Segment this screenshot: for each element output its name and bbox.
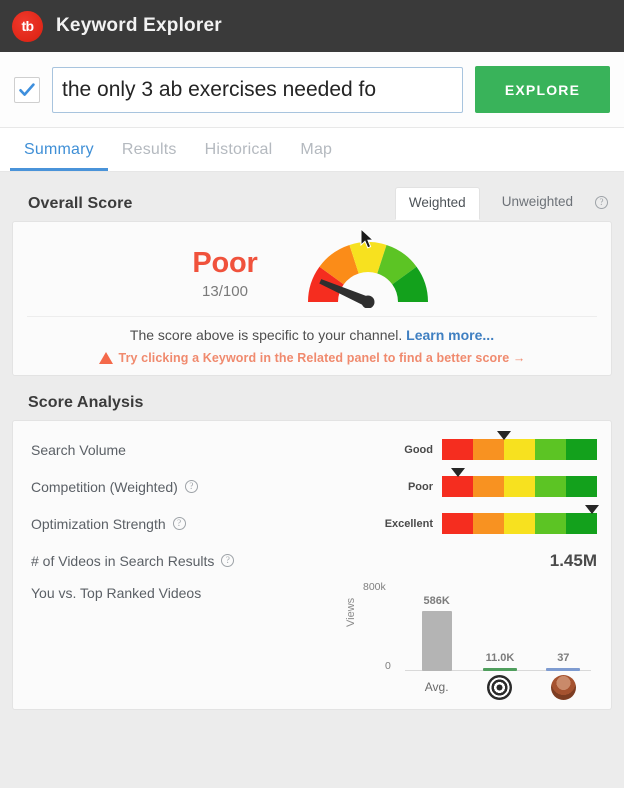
meter-marker-competition [450,468,465,477]
overall-score-title: Overall Score [28,195,133,212]
keyword-input[interactable] [52,66,463,113]
bar-value-avg: 586K [423,595,450,607]
analysis-row-video-count: # of Videos in Search Results ? 1.45M [31,542,597,579]
row-label-optimization: Optimization Strength [31,515,166,532]
rating-competition: Poor [407,480,433,493]
video-count-value: 1.45M [549,550,597,570]
app-header: tb Keyword Explorer [0,0,624,52]
score-value: 13/100 [202,282,248,300]
analysis-row-optimization: Optimization Strength ? Excellent [31,505,600,542]
avatar-icon[interactable] [550,674,576,700]
tab-summary[interactable]: Summary [10,141,108,171]
gauge-row: Poor 13/100 [27,228,597,312]
analysis-row-competition: Competition (Weighted) ? Poor [31,468,597,505]
score-note-text: The score above is specific to your chan… [129,327,403,343]
checkmark-icon [19,82,35,96]
chart-bars: 586K 11.0K 37 [405,589,595,671]
tab-results[interactable]: Results [108,141,191,171]
logo-label: tb [21,18,34,34]
x-label-target [468,674,531,700]
meter-competition [442,468,597,497]
score-rating-word: Poor [192,246,258,279]
bar-target[interactable] [482,668,517,671]
views-bar-chart: Views 800k 0 586K 11.0K 37 Avg. [339,581,597,700]
score-warning[interactable]: Try clicking a Keyword in the Related pa… [27,351,597,365]
overall-score-header: Overall Score Weighted Unweighted ? [12,186,612,221]
x-label-avg: Avg. [405,675,468,699]
score-note: The score above is specific to your chan… [27,316,597,343]
score-summary: Poor 13/100 [192,247,257,300]
rating-search-volume: Good [404,443,433,456]
tubebuddy-logo-icon: tb [12,10,43,42]
rating-optimization: Excellent [384,517,433,530]
main-tabs: Summary Results Historical Map [0,128,624,172]
bar-you[interactable] [546,668,581,671]
analysis-row-search-volume: Search Volume Good [31,431,597,468]
bar-group-you: 37 [532,589,595,671]
meter-marker-optimization [585,505,600,514]
score-analysis-title: Score Analysis [28,394,144,411]
bar-group-target: 11.0K [468,589,531,671]
meter-search-volume [442,431,597,460]
row-label-search-volume: Search Volume [31,441,126,458]
row-label-you-vs-top: You vs. Top Ranked Videos [31,585,202,601]
bar-group-avg: 586K [405,589,468,671]
video-count-help-icon[interactable]: ? [221,554,235,567]
learn-more-link[interactable]: Learn more... [406,327,494,343]
mouse-cursor-icon [360,228,374,249]
explore-button[interactable]: EXPLORE [475,66,610,113]
warning-triangle-icon [98,352,113,364]
row-label-video-count: # of Videos in Search Results [31,552,215,569]
analysis-row-you-vs-top: You vs. Top Ranked Videos Views 800k 0 5… [31,579,597,700]
meter-marker-search-volume [497,431,511,440]
chart-x-labels: Avg. [405,674,595,700]
search-bar: EXPLORE [0,52,624,128]
page-title: Keyword Explorer [56,15,222,36]
weighting-help-icon[interactable]: ? [595,196,608,209]
meter-optimization [442,505,600,534]
bar-avg[interactable] [421,611,452,671]
x-label-you [532,674,595,700]
score-gauge [304,228,432,309]
bar-value-you: 37 [557,652,570,664]
tab-unweighted[interactable]: Unweighted [489,187,586,218]
tab-map[interactable]: Map [286,141,346,171]
row-label-competition: Competition (Weighted) [31,478,178,495]
keyword-checkbox[interactable] [14,76,40,103]
optimization-help-icon[interactable]: ? [172,517,186,530]
summary-panel: Overall Score Weighted Unweighted ? Poor… [0,172,624,788]
tab-weighted[interactable]: Weighted [394,187,480,220]
chart-y-axis-label: Views [345,597,357,627]
target-icon[interactable] [487,674,513,700]
weighting-tabs: Weighted Unweighted ? [394,186,608,220]
tab-historical[interactable]: Historical [191,141,287,171]
overall-score-card: Poor 13/100 The score above is specific … [12,221,612,376]
competition-help-icon[interactable]: ? [184,480,198,493]
bar-value-target: 11.0K [485,652,515,664]
x-label-avg-text: Avg. [424,680,449,694]
score-analysis-card: Search Volume Good Competition (Weighted… [12,420,612,710]
score-warning-text: Try clicking a Keyword in the Related pa… [118,351,526,365]
